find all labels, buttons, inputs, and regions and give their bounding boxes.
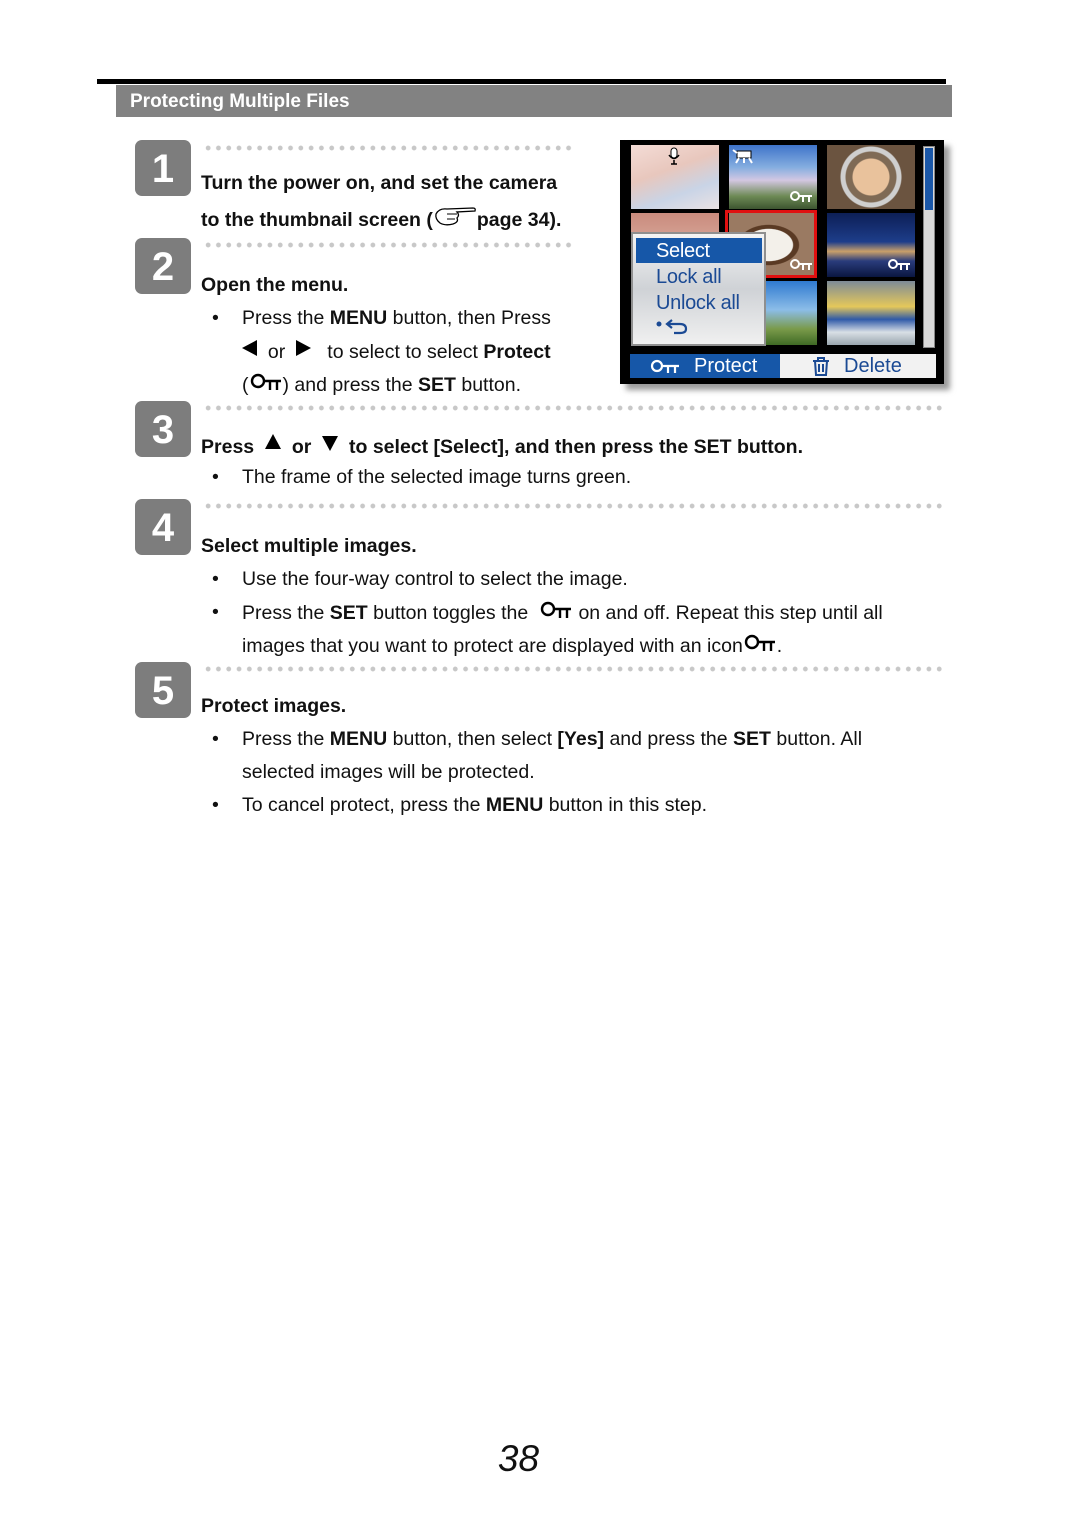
scrollbar-thumb[interactable] [925, 148, 933, 210]
tab-label: Protect [694, 355, 758, 377]
step-number-3: 3 [135, 401, 191, 457]
text: ) and press the [282, 374, 418, 396]
tab-protect[interactable]: Protect [630, 354, 780, 378]
dotted-divider [203, 145, 573, 151]
step-5-bullet-1-line2: selected images will be protected. [242, 761, 535, 783]
thumbnail-porthole[interactable] [827, 145, 915, 209]
protected-key-icon [790, 191, 812, 202]
step-2-bullet-line3: () and press the SET button. [242, 373, 521, 397]
dotted-divider [203, 503, 943, 509]
menu-button-label: MENU [485, 794, 544, 816]
thumbnail-tree[interactable] [729, 145, 817, 209]
text: to select [Select], and then press the S… [349, 436, 803, 458]
bullet: • [212, 601, 219, 623]
step-1-heading-line2: to the thumbnail screen ( page 34). [201, 205, 561, 232]
menu-button-label: MENU [329, 728, 388, 750]
thumbnail-tube-ride[interactable] [827, 281, 915, 345]
pointing-hand-icon [435, 207, 476, 226]
step-3-heading: Press or to select [Select], and then pr… [201, 434, 803, 459]
text: or [291, 436, 312, 458]
step-4-bullet-2-line1: Press the SET button toggles the on and … [242, 601, 883, 625]
text: to select to select [327, 341, 484, 363]
menu-item-lock-all[interactable]: Lock all [636, 264, 762, 289]
trash-icon [813, 357, 829, 376]
dotted-divider [203, 405, 943, 411]
step-1-heading-line1: Turn the power on, and set the camera [201, 172, 558, 194]
set-button-label: SET [418, 374, 456, 396]
dotted-divider [203, 242, 573, 248]
bottom-function-bar: Protect Delete [630, 354, 936, 378]
menu-item-select[interactable]: Select [636, 238, 762, 263]
step-4-bullet-1: Use the four-way control to select the i… [242, 568, 628, 590]
step-number-1: 1 [135, 140, 191, 196]
step-4-heading: Select multiple images. [201, 535, 417, 557]
text: Press the [242, 728, 330, 750]
right-arrow-icon [296, 340, 312, 356]
bullet: • [212, 728, 219, 750]
text: on and off. Repeat this step until all [573, 602, 883, 624]
text: button. [455, 374, 521, 396]
step-5-bullet-1-line1: Press the MENU button, then select [Yes]… [242, 728, 862, 751]
text: and press the [604, 728, 734, 750]
text: images that you want to protect are disp… [242, 635, 743, 657]
text: button, then Press [387, 307, 551, 329]
step-2-bullet-line2: or to select to select Protect [242, 340, 551, 364]
step-number-4: 4 [135, 499, 191, 555]
bullet: • [212, 466, 219, 488]
step-2-heading: Open the menu. [201, 274, 349, 296]
key-icon [744, 634, 775, 651]
tab-label: Delete [844, 355, 902, 377]
tab-delete[interactable]: Delete [810, 354, 930, 378]
page-reference-link[interactable]: page 34). [477, 209, 562, 231]
step-5-bullet-2: To cancel protect, press the MENU button… [242, 794, 707, 817]
step-2-bullet-line1: Press the MENU button, then Press [242, 307, 551, 330]
bullet: • [212, 307, 219, 329]
top-rule [97, 79, 946, 84]
thumbnail-city-night[interactable] [827, 213, 915, 277]
text: Press the [242, 307, 330, 329]
dotted-divider [203, 666, 943, 672]
text: To cancel protect, press the [242, 794, 486, 816]
text: Press the [242, 602, 330, 624]
bullet: • [212, 568, 219, 590]
down-arrow-icon [322, 436, 339, 451]
set-button-label: SET [329, 602, 368, 624]
key-icon [650, 359, 679, 373]
bullet: • [212, 794, 219, 816]
text: button toggles the [367, 602, 534, 624]
text: button in this step. [543, 794, 707, 816]
protect-label: Protect [483, 341, 551, 363]
text: . [776, 635, 783, 657]
thumbnail-baby[interactable] [631, 145, 719, 209]
protected-key-icon [888, 259, 910, 270]
menu-item-back[interactable] [636, 316, 762, 341]
key-icon [540, 601, 572, 618]
menu-item-unlock-all[interactable]: Unlock all [636, 290, 762, 315]
step-3-bullet: The frame of the selected image turns gr… [242, 466, 632, 488]
protect-popup-menu: Select Lock all Unlock all [631, 232, 766, 346]
yes-option-label: [Yes] [557, 728, 605, 750]
page-number: 38 [497, 1438, 540, 1479]
text: or [267, 341, 286, 363]
menu-button-label: MENU [329, 307, 388, 329]
text: Press [201, 436, 255, 458]
set-button-label: SET [733, 728, 771, 750]
key-icon [250, 373, 281, 390]
camera-thumbnail-screen: Select Lock all Unlock all Protect Delet… [620, 140, 944, 384]
step-4-bullet-2-line2: images that you want to protect are disp… [242, 634, 782, 658]
up-arrow-icon [264, 434, 281, 449]
thumbnail-scrollbar[interactable] [923, 146, 935, 348]
back-return-icon [656, 319, 688, 335]
step-5-heading: Protect images. [201, 695, 347, 717]
microphone-icon [668, 147, 680, 165]
text: button, then select [387, 728, 558, 750]
left-arrow-icon [242, 340, 257, 356]
section-title: Protecting Multiple Files [116, 85, 952, 117]
step-1-heading-text: to the thumbnail screen ( [201, 209, 433, 231]
text: button. All [770, 728, 863, 750]
movie-icon [732, 149, 753, 164]
step-number-5: 5 [135, 662, 191, 718]
step-number-2: 2 [135, 238, 191, 294]
